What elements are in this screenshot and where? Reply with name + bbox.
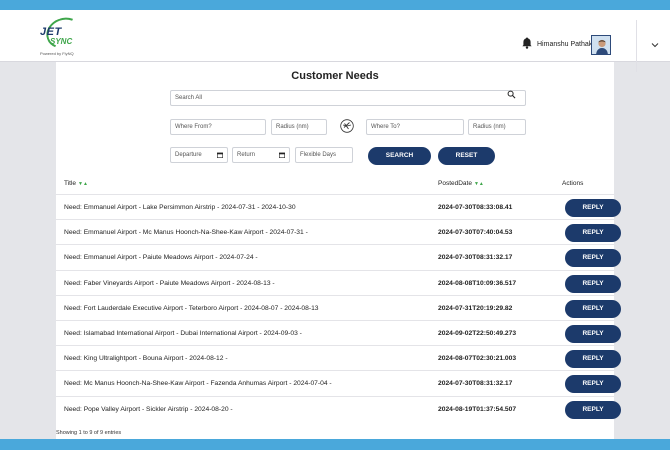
posted-date: 2024-07-30T08:33:08.41 <box>438 204 513 211</box>
user-name[interactable]: Himanshu Pathak <box>537 41 592 48</box>
reply-button[interactable]: REPLY <box>565 274 621 293</box>
need-title: Need: Emmanuel Airport - Lake Persimmon … <box>64 204 296 211</box>
posted-date: 2024-08-08T10:09:36.517 <box>438 279 517 287</box>
return-label: Return <box>237 152 256 158</box>
posted-date: 2024-08-07T02:30:21.003 <box>438 355 517 363</box>
table-entries-info: Showing 1 to 9 of 9 entries <box>56 430 122 436</box>
reply-button[interactable]: REPLY <box>565 249 621 268</box>
where-to-input[interactable]: Where To? <box>366 119 464 135</box>
page-title: Customer Needs <box>291 70 379 82</box>
column-header-title[interactable]: Title ▼▲ <box>64 180 88 187</box>
reply-button[interactable]: REPLY <box>565 400 621 419</box>
where-from-input[interactable]: Where From? <box>170 119 266 135</box>
need-title: Need: Emmanuel Airport - Paiute Meadows … <box>64 254 258 262</box>
table-row: Need: Islamabad International Airport - … <box>56 320 621 345</box>
table-row: Need: Pope Valley Airport - Sickler Airs… <box>56 395 621 421</box>
chevron-down-icon[interactable] <box>651 41 659 49</box>
column-header-posted-date-label: PostedDate <box>438 180 472 187</box>
logo-powered-by: Powered by FlyNQ <box>40 51 74 56</box>
radius-from-input[interactable]: Radius (nm) <box>271 119 327 135</box>
need-title: Need: Islamabad International Airport - … <box>64 330 302 337</box>
posted-date: 2024-07-30T07:40:04.53 <box>438 229 513 237</box>
flexible-days-placeholder: Flexible Days <box>300 152 337 158</box>
need-title: Need: Pope Valley Airport - Sickler Airs… <box>64 405 233 413</box>
where-from-placeholder: Where From? <box>175 124 212 130</box>
avatar-person-icon <box>592 36 610 54</box>
header-divider <box>636 20 637 72</box>
reply-button[interactable]: REPLY <box>565 299 621 318</box>
column-header-posted-date[interactable]: PostedDate ▼▲ <box>438 180 484 187</box>
customer-needs-panel: Customer Needs Search All Where From? Ra… <box>56 62 621 442</box>
reply-button[interactable]: REPLY <box>565 199 621 217</box>
calendar-icon[interactable] <box>279 152 285 158</box>
swap-direction-icon[interactable] <box>340 119 354 133</box>
reply-button[interactable]: REPLY <box>565 325 621 343</box>
reply-button[interactable]: REPLY <box>565 224 621 243</box>
flexible-days-input[interactable]: Flexible Days <box>295 147 353 163</box>
radius-from-placeholder: Radius (nm) <box>276 124 309 130</box>
departure-label: Departure <box>175 152 202 158</box>
search-input[interactable]: Search All <box>170 90 526 106</box>
calendar-icon[interactable] <box>217 152 223 158</box>
table-row: Need: Mc Manus Hoonch-Na-Shee-Kaw Airpor… <box>56 370 621 395</box>
radius-to-placeholder: Radius (nm) <box>473 124 506 130</box>
user-avatar[interactable] <box>591 35 611 55</box>
return-date-input[interactable]: Return <box>232 147 290 163</box>
table-row: Need: Emmanuel Airport - Paiute Meadows … <box>56 244 621 269</box>
reply-button[interactable]: REPLY <box>565 375 621 394</box>
column-header-title-label: Title <box>64 180 77 187</box>
radius-to-input[interactable]: Radius (nm) <box>468 119 526 135</box>
top-accent-bar <box>0 0 670 10</box>
sort-icon[interactable]: ▼▲ <box>78 181 88 187</box>
need-title: Need: Faber Vineyards Airport - Paiute M… <box>64 279 275 287</box>
posted-date: 2024-08-19T01:37:54.507 <box>438 405 517 413</box>
search-input-placeholder: Search All <box>175 95 203 101</box>
need-title: Need: King Ultralightport - Bouna Airpor… <box>64 355 228 363</box>
sort-icon[interactable]: ▼▲ <box>474 181 484 187</box>
notification-bell-icon[interactable] <box>522 37 532 49</box>
posted-date: 2024-07-30T08:31:32.17 <box>438 254 513 262</box>
search-icon[interactable] <box>507 90 516 99</box>
bottom-accent-bar <box>0 439 670 450</box>
table-row: Need: Fort Lauderdale Executive Airport … <box>56 294 621 320</box>
jetsync-logo[interactable]: JET SYNC Powered by FlyNQ <box>40 12 87 60</box>
posted-date: 2024-07-30T08:31:32.17 <box>438 380 513 388</box>
app-header: JET SYNC Powered by FlyNQ Himanshu Patha… <box>0 10 670 72</box>
search-button[interactable]: SEARCH <box>368 147 431 165</box>
posted-date: 2024-07-31T20:19:29.82 <box>438 304 513 312</box>
need-title: Need: Mc Manus Hoonch-Na-Shee-Kaw Airpor… <box>64 380 332 388</box>
table-row: Need: Emmanuel Airport - Lake Persimmon … <box>56 194 621 219</box>
reply-button[interactable]: REPLY <box>565 350 621 369</box>
need-title: Need: Emmanuel Airport - Mc Manus Hoonch… <box>64 229 308 237</box>
need-title: Need: Fort Lauderdale Executive Airport … <box>64 304 319 312</box>
table-row: Need: Faber Vineyards Airport - Paiute M… <box>56 269 621 295</box>
reset-button[interactable]: RESET <box>438 147 495 165</box>
column-header-actions: Actions <box>562 180 584 187</box>
posted-date: 2024-09-02T22:50:49.273 <box>438 330 517 337</box>
where-to-placeholder: Where To? <box>371 124 400 130</box>
table-row: Need: King Ultralightport - Bouna Airpor… <box>56 345 621 370</box>
departure-date-input[interactable]: Departure <box>170 147 228 163</box>
logo-text-sync: SYNC <box>50 37 73 46</box>
table-row: Need: Emmanuel Airport - Mc Manus Hoonch… <box>56 219 621 244</box>
